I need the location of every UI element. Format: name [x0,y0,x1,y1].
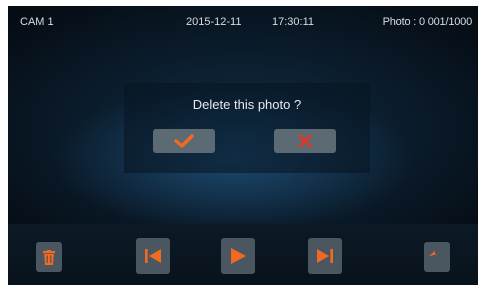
delete-button[interactable] [36,242,62,272]
status-bar: CAM 1 2015-12-11 17:30:11 Photo : 0 001/… [8,6,478,32]
return-arrow-icon [429,251,438,256]
back-button[interactable] [424,242,450,272]
previous-photo-button[interactable] [136,238,170,274]
delete-confirm-dialog: Delete this photo ? [124,83,370,173]
time-label: 17:30:11 [272,16,315,28]
checkmark-icon [174,134,194,148]
photo-counter: Photo : 0 001/1000 [382,16,473,28]
skip-previous-icon [145,249,161,263]
date-label: 2015-12-11 [186,16,242,28]
play-icon [231,248,246,264]
x-icon [298,134,312,148]
camera-screen: CAM 1 2015-12-11 17:30:11 Photo : 0 001/… [8,6,478,285]
camera-label: CAM 1 [20,16,54,28]
confirm-delete-button[interactable] [153,129,215,153]
cancel-delete-button[interactable] [274,129,336,153]
bottom-toolbar [8,224,478,285]
skip-next-icon [317,249,333,263]
play-button[interactable] [221,238,255,274]
dialog-message: Delete this photo ? [192,97,302,112]
next-photo-button[interactable] [308,238,342,274]
trash-icon [43,249,55,265]
